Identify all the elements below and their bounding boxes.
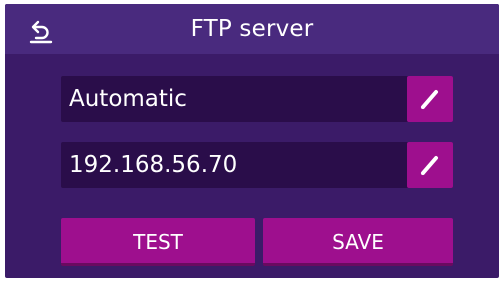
edit-ftp-address-button[interactable] xyxy=(407,142,453,188)
pencil-icon xyxy=(421,156,438,175)
ftp-server-screen: FTP server Automatic 192.168.56.70 TEST … xyxy=(5,4,499,278)
ftp-address-field: 192.168.56.70 xyxy=(61,142,453,188)
ftp-address-value: 192.168.56.70 xyxy=(69,152,238,178)
back-button[interactable] xyxy=(27,16,55,44)
back-arrow-icon xyxy=(29,20,53,44)
edit-ftp-mode-button[interactable] xyxy=(407,76,453,122)
ftp-mode-value: Automatic xyxy=(69,86,187,112)
header-bar: FTP server xyxy=(5,4,499,54)
ftp-mode-field: Automatic xyxy=(61,76,453,122)
test-button[interactable]: TEST xyxy=(61,218,255,266)
page-title: FTP server xyxy=(190,16,314,42)
save-button[interactable]: SAVE xyxy=(263,218,453,266)
pencil-icon xyxy=(421,90,438,109)
